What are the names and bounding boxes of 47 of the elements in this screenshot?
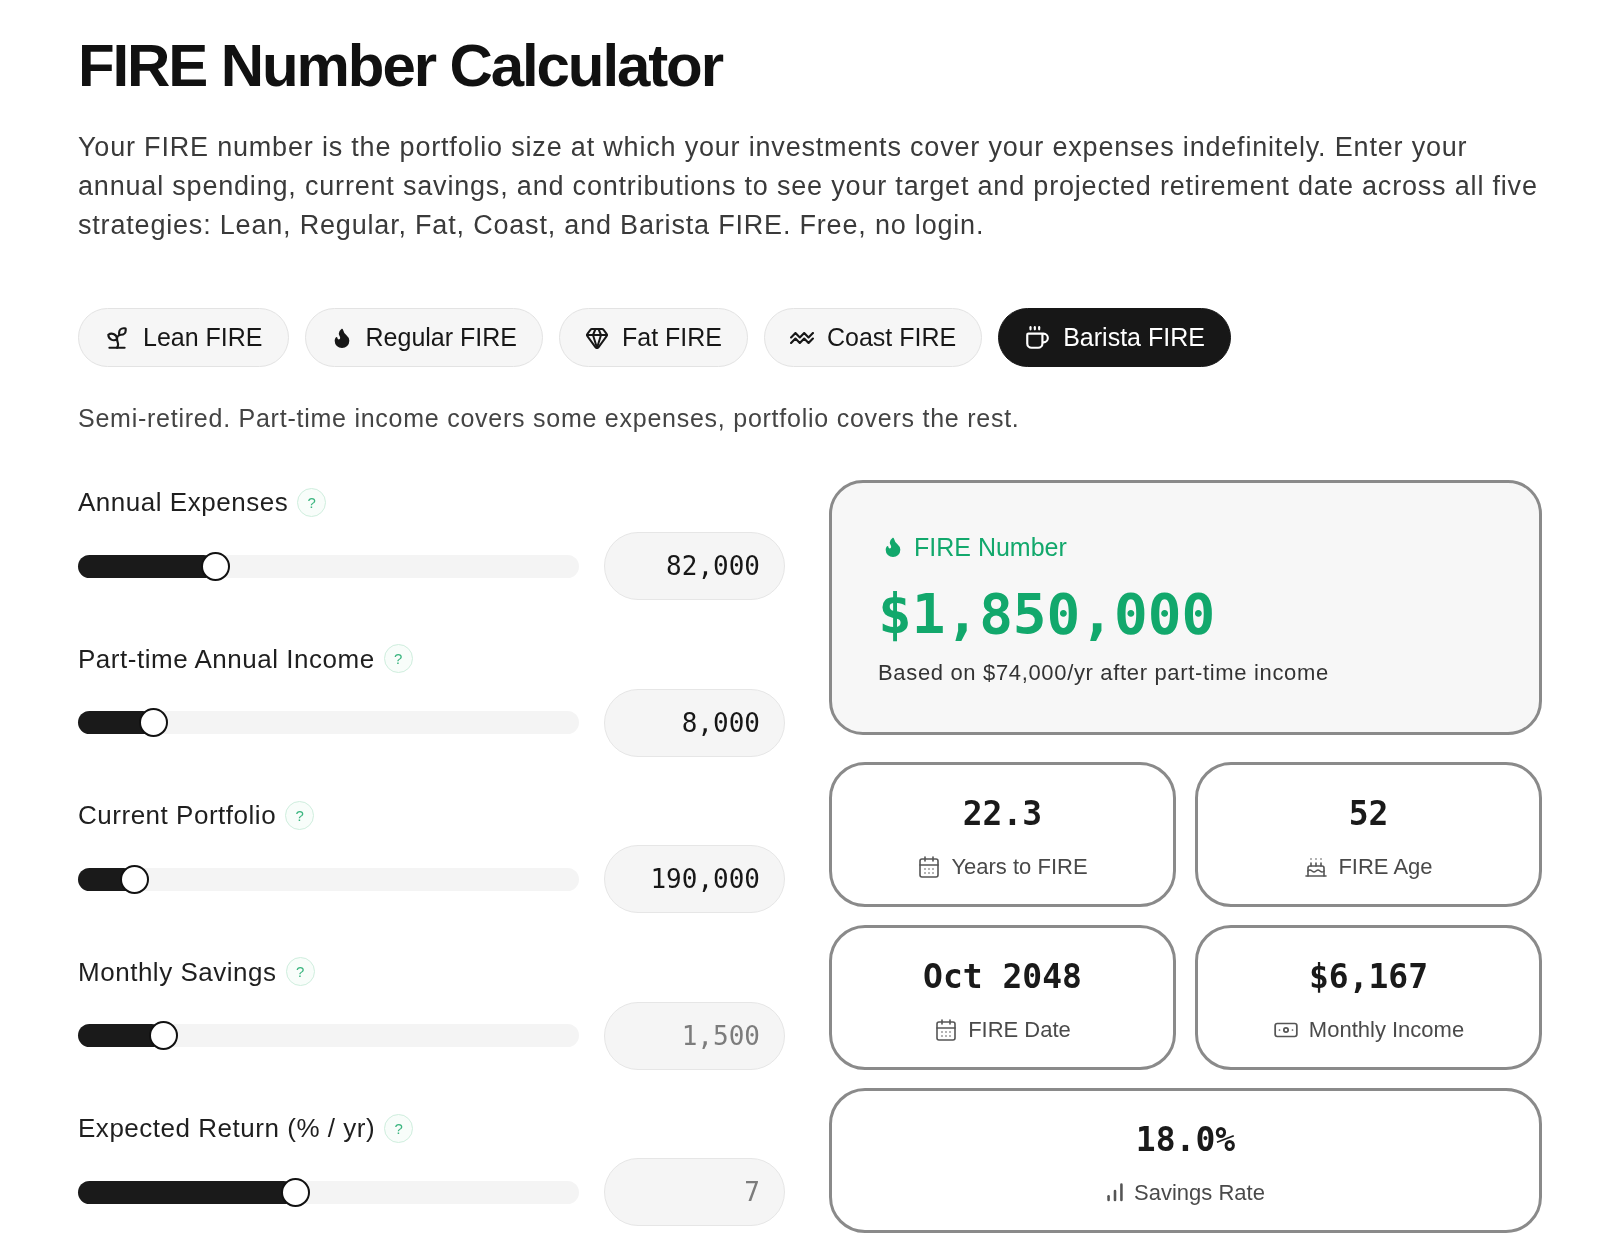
field-label: Current Portfolio: [78, 799, 277, 831]
stat-value: Oct 2048: [923, 957, 1082, 997]
bar-chart-icon: [1106, 1183, 1125, 1203]
stat-label: Years to FIRE: [951, 853, 1088, 881]
stat-value: 52: [1348, 794, 1389, 834]
slider-track[interactable]: [78, 551, 579, 581]
sprout-icon: [104, 324, 130, 351]
strategy-tab[interactable]: Coast FIRE: [764, 308, 983, 367]
slider-handle[interactable]: [139, 708, 169, 737]
amount-field[interactable]: 8,000: [604, 688, 785, 757]
slider-track[interactable]: [78, 1021, 579, 1050]
slider-handle[interactable]: [148, 1021, 178, 1050]
waves-icon: [790, 331, 814, 344]
stat-value: $6,167: [1308, 957, 1429, 997]
calendar-icon: [934, 1018, 959, 1042]
amount-field[interactable]: 82,000: [604, 532, 785, 600]
slider-handle[interactable]: [120, 864, 150, 894]
stat-label: Monthly Income: [1308, 1016, 1465, 1044]
slider-track[interactable]: [78, 708, 579, 737]
field-label: Part-time Annual Income: [78, 642, 375, 675]
stat-label: FIRE Date: [968, 1016, 1071, 1044]
amount-field[interactable]: 1,500: [604, 1001, 785, 1070]
slider-track[interactable]: [78, 1177, 579, 1207]
stat-label: Savings Rate: [1134, 1179, 1265, 1207]
strategy-description: Semi-retired. Part-time income covers some expenses, portfolio covers the rest.: [78, 403, 1020, 434]
strategy-tab[interactable]: Lean FIRE: [78, 308, 289, 367]
amount-field[interactable]: 190,000: [604, 845, 785, 913]
mug-icon: [1024, 324, 1051, 351]
fire-number-value: $1,850,000: [878, 582, 1216, 646]
cake-icon: [1304, 855, 1329, 879]
field-label: Expected Return (% / yr): [78, 1112, 376, 1144]
field-label: Annual Expenses: [78, 486, 289, 518]
page-title: FIRE Number Calculator: [78, 31, 722, 101]
stat-value: 22.3: [962, 794, 1043, 834]
amount-field[interactable]: 7: [604, 1158, 785, 1226]
diamond-icon: [584, 325, 609, 350]
stat-label: FIRE Age: [1338, 853, 1433, 881]
strategy-tab[interactable]: Barista FIRE: [998, 308, 1231, 367]
strategy-tab[interactable]: Fat FIRE: [558, 308, 748, 367]
calendar-icon: [917, 855, 942, 879]
fire-number-label: FIRE Number: [914, 532, 1067, 562]
stat-value: 18.0%: [1135, 1120, 1236, 1160]
slider-track[interactable]: [78, 864, 579, 894]
fire-number-note: Based on $74,000/yr after part-time income: [878, 659, 1329, 687]
field-label: Monthly Savings: [78, 955, 277, 988]
intro-text: Your FIRE number is the portfolio size at which your investments cover your expenses indefinitely. Enter your annual spending, current savings, and contributions to see your target and projected retirement date across all five strategies: Lean, Regular, Fat, Coast, and Barista FIRE. Free, no login.: [78, 131, 1539, 242]
strategy-tab[interactable]: Regular FIRE: [304, 308, 543, 367]
